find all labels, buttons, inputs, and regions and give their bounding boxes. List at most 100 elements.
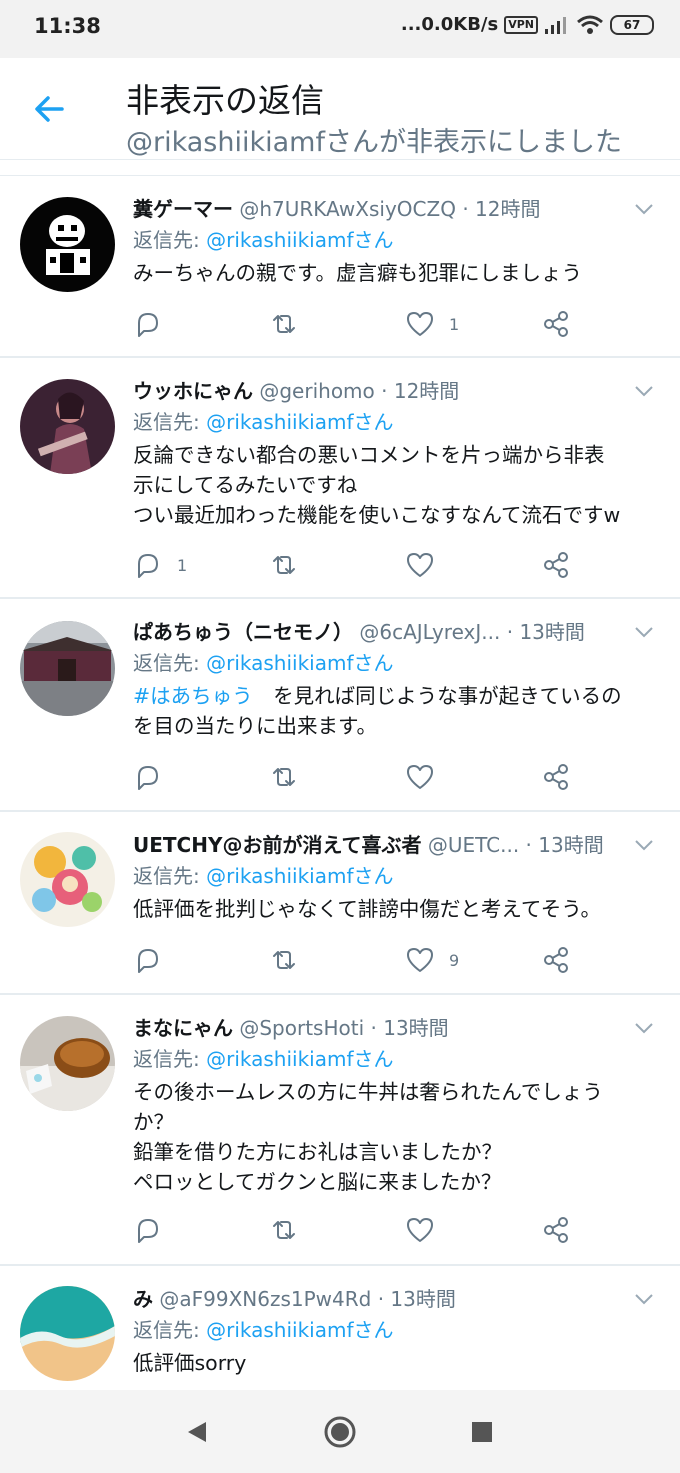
reply-to-line: 返信先: @rikashiikiamfさん (133, 860, 662, 892)
tweet-header: ぱあちゅう（ニセモノ） @6cAJLyrexJ... · 13時間 (133, 617, 662, 647)
user-handle[interactable]: @UETC... (428, 833, 519, 857)
net-speed: ...0.0KB/s (400, 14, 499, 35)
retweet-button[interactable] (269, 550, 299, 580)
reply-to-label: 返信先: (133, 410, 207, 434)
reply-to-line: 返信先: @rikashiikiamfさん (133, 224, 662, 256)
nav-back-icon[interactable] (178, 1412, 218, 1452)
avatar[interactable] (20, 197, 115, 292)
tweet-item[interactable]: ぱあちゅう（ニセモノ） @6cAJLyrexJ... · 13時間 返信先: @… (0, 599, 680, 812)
retweet-button[interactable] (269, 945, 299, 975)
status-time: 11:38 (34, 14, 101, 38)
reply-button[interactable]: 1 (133, 550, 187, 580)
tweet-text-line: を目の当たりに出来ます。 (133, 714, 377, 738)
user-handle[interactable]: @aF99XN6zs1Pw4Rd (159, 1287, 371, 1311)
user-handle[interactable]: @gerihomo (259, 379, 374, 403)
reply-to-user-link[interactable]: @rikashiikiamfさん (206, 651, 393, 675)
tweet-header: み @aF99XN6zs1Pw4Rd · 13時間 (133, 1284, 662, 1314)
reply-button[interactable] (133, 309, 177, 339)
back-arrow-icon[interactable] (32, 92, 66, 126)
reply-to-user-link[interactable]: @rikashiikiamfさん (206, 410, 393, 434)
user-handle[interactable]: @h7URKAwXsiyOCZQ (239, 197, 456, 221)
chevron-down-icon[interactable] (634, 202, 654, 216)
chevron-down-icon[interactable] (634, 384, 654, 398)
reply-to-line: 返信先: @rikashiikiamfさん (133, 406, 662, 438)
share-button[interactable] (541, 1215, 571, 1245)
page-title: 非表示の返信 (126, 81, 324, 120)
like-count: 1 (449, 314, 460, 334)
share-button[interactable] (541, 309, 571, 339)
nav-recents-icon[interactable] (462, 1412, 502, 1452)
avatar[interactable] (20, 379, 115, 474)
tweet-item[interactable]: まなにゃん @SportsHoti · 13時間 返信先: @rikashiik… (0, 995, 680, 1266)
display-name[interactable]: まなにゃん (133, 1016, 233, 1040)
reply-to-user-link[interactable]: @rikashiikiamfさん (206, 864, 393, 888)
tweet-header: まなにゃん @SportsHoti · 13時間 (133, 1013, 662, 1043)
wifi-icon (577, 15, 603, 34)
display-name[interactable]: 糞ゲーマー (133, 197, 233, 221)
chevron-down-icon[interactable] (634, 625, 654, 639)
battery-indicator: 67 (610, 14, 654, 35)
share-button[interactable] (541, 762, 571, 792)
hashtag-link[interactable]: #はあちゅう (133, 684, 253, 708)
reply-to-user-link[interactable]: @rikashiikiamfさん (206, 228, 393, 252)
avatar[interactable] (20, 1016, 115, 1111)
reply-icon (138, 766, 158, 790)
tweet-item[interactable]: ウッホにゃん @gerihomo · 12時間 返信先: @rikashiiki… (0, 358, 680, 599)
like-button[interactable]: 9 (405, 945, 459, 975)
tweet-text: #はあちゅう を見れば同じような事が起きているの を目の当たりに出来ます。 (133, 681, 662, 741)
like-button[interactable]: 1 (405, 309, 459, 339)
like-button[interactable] (405, 550, 449, 580)
separator-dot: · (381, 379, 388, 403)
retweet-icon (273, 556, 295, 574)
share-button[interactable] (541, 550, 571, 580)
like-icon (407, 765, 433, 789)
tweet-time: 12時間 (475, 197, 541, 221)
chevron-down-icon[interactable] (634, 1292, 654, 1306)
tweet-text-line: 示にしてるみたいですね (133, 473, 358, 497)
display-name[interactable]: ぱあちゅう（ニセモノ） (133, 620, 353, 644)
status-icons: ...0.0KB/s VPN 67 (401, 14, 654, 35)
reply-to-user-link[interactable]: @rikashiikiamfさん (206, 1047, 393, 1071)
display-name[interactable]: UETCHY@お前が消えて喜ぶ者 (133, 833, 421, 857)
chevron-down-icon[interactable] (634, 1021, 654, 1035)
tweet-header: UETCHY@お前が消えて喜ぶ者 @UETC... · 13時間 (133, 830, 662, 860)
tweet-text: みーちゃんの親です。虚言癖も犯罪にしましょう (133, 261, 582, 285)
share-button[interactable] (541, 945, 571, 975)
tweet-text: その後ホームレスの方に牛丼は奢られたんでしょう か？ 鉛筆を借りた方にお礼は言い… (133, 1077, 662, 1197)
tweet-actions (133, 1215, 593, 1245)
reply-button[interactable] (133, 1215, 177, 1245)
tweet-text-line: つい最近加わった機能を使いこなすなんて流石ですw (133, 503, 621, 527)
retweet-icon (273, 951, 295, 969)
reply-button[interactable] (133, 762, 177, 792)
tweet-text-line: か？ (133, 1110, 174, 1134)
like-button[interactable] (405, 1215, 449, 1245)
tweet-item[interactable]: 糞ゲーマー @h7URKAwXsiyOCZQ · 12時間 返信先: @rika… (0, 176, 680, 358)
retweet-button[interactable] (269, 309, 299, 339)
like-button[interactable] (405, 762, 449, 792)
retweet-icon (273, 1221, 295, 1239)
tweet-time: 13時間 (538, 833, 604, 857)
reply-button[interactable] (133, 945, 177, 975)
retweet-icon (273, 768, 295, 786)
tweet-item[interactable]: み @aF99XN6zs1Pw4Rd · 13時間 返信先: @rikashii… (0, 1266, 680, 1390)
tweet-time: 13時間 (390, 1287, 456, 1311)
retweet-button[interactable] (269, 1215, 299, 1245)
avatar[interactable] (20, 1286, 115, 1381)
chevron-down-icon[interactable] (634, 838, 654, 852)
reply-to-label: 返信先: (133, 1047, 207, 1071)
user-handle[interactable]: @SportsHoti (239, 1016, 364, 1040)
retweet-icon (273, 315, 295, 333)
avatar[interactable] (20, 832, 115, 927)
user-handle[interactable]: @6cAJLyrexJ... (359, 620, 500, 644)
avatar[interactable] (20, 621, 115, 716)
tweet-text: 反論できない都合の悪いコメントを片っ端から非表 示にしてるみたいですね つい最近… (133, 440, 662, 530)
status-bar: 11:38 ...0.0KB/s VPN 67 (0, 0, 680, 58)
display-name[interactable]: ウッホにゃん (133, 379, 253, 403)
nav-home-icon[interactable] (320, 1412, 360, 1452)
display-name[interactable]: み (133, 1287, 153, 1311)
app-header: 非表示の返信 @rikashiikiamfさんが非表示にしました (0, 58, 680, 160)
tweet-item[interactable]: UETCHY@お前が消えて喜ぶ者 @UETC... · 13時間 返信先: @r… (0, 812, 680, 995)
reply-to-line: 返信先: @rikashiikiamfさん (133, 647, 662, 679)
reply-to-user-link[interactable]: @rikashiikiamfさん (206, 1318, 393, 1342)
retweet-button[interactable] (269, 762, 299, 792)
